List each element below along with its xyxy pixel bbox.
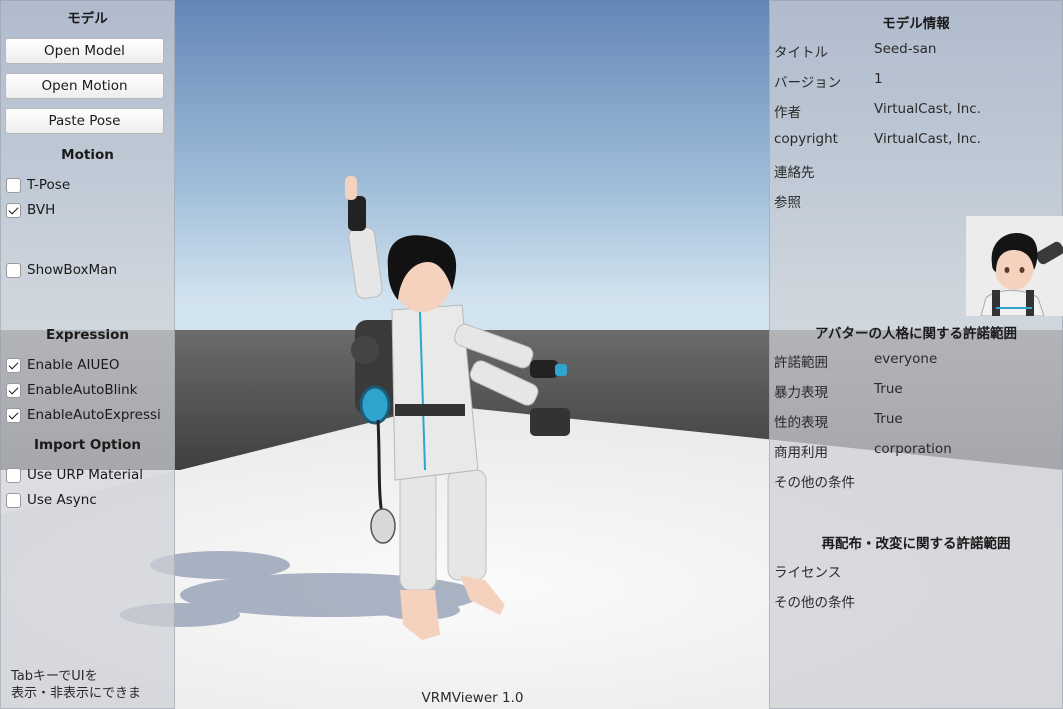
info-value: 1 [874, 71, 883, 87]
showboxman-label: ShowBoxMan [27, 262, 117, 278]
persona-key: 性的表現 [774, 415, 828, 431]
bvh-toggle[interactable]: BVH [6, 200, 174, 220]
enable-aiueo-toggle[interactable]: Enable AIUEO [6, 355, 174, 375]
persona-value: corporation [874, 441, 952, 457]
tpose-label: T-Pose [27, 177, 71, 193]
enable-autoblink-label: EnableAutoBlink [27, 382, 138, 398]
app-version-label: VRMViewer 1.0 [421, 690, 524, 706]
enable-autoexpression-checkbox[interactable] [6, 407, 21, 423]
persona-value: True [874, 411, 903, 427]
open-motion-button[interactable]: Open Motion [5, 73, 164, 99]
info-value: Seed-san [874, 41, 937, 57]
info-key: 参照 [774, 195, 801, 211]
enable-aiueo-checkbox[interactable] [6, 357, 21, 373]
redistribution-key: ライセンス [774, 565, 842, 581]
persona-key: その他の条件 [774, 475, 855, 491]
info-key: 作者 [774, 105, 801, 121]
section-title-import-option: Import Option [34, 437, 141, 453]
model-info-title: モデル情報 [882, 16, 950, 32]
persona-permission-title: アバターの人格に関する許諾範囲 [815, 326, 1017, 342]
tpose-checkbox[interactable] [6, 177, 21, 193]
persona-key: 許諾範囲 [774, 355, 828, 371]
model-info-panel: モデル情報 タイトル Seed-san バージョン 1 作者 VirtualCa… [769, 0, 1063, 709]
section-title-expression: Expression [46, 327, 129, 343]
use-urp-material-checkbox[interactable] [6, 467, 21, 483]
info-key: タイトル [774, 45, 828, 61]
info-key: バージョン [774, 75, 842, 91]
info-value: VirtualCast, Inc. [874, 101, 981, 117]
left-control-panel: モデル Open Model Open Motion Paste Pose Mo… [0, 0, 175, 709]
use-urp-material-toggle[interactable]: Use URP Material [6, 465, 174, 485]
use-async-toggle[interactable]: Use Async [6, 490, 174, 510]
tpose-toggle[interactable]: T-Pose [6, 175, 174, 195]
redistribution-permission-title: 再配布・改変に関する許諾範囲 [821, 536, 1011, 552]
panel-title-model: モデル [67, 11, 108, 27]
use-async-label: Use Async [27, 492, 97, 508]
info-key: copyright [774, 131, 838, 147]
info-key: 連絡先 [774, 165, 815, 181]
persona-value: everyone [874, 351, 938, 367]
open-model-button[interactable]: Open Model [5, 38, 164, 64]
info-value: VirtualCast, Inc. [874, 131, 981, 147]
redistribution-key: その他の条件 [774, 595, 855, 611]
enable-aiueo-label: Enable AIUEO [27, 357, 120, 373]
bvh-checkbox[interactable] [6, 202, 21, 218]
enable-autoblink-checkbox[interactable] [6, 382, 21, 398]
hint-line-1: TabキーでUIを [11, 669, 98, 684]
enable-autoblink-toggle[interactable]: EnableAutoBlink [6, 380, 174, 400]
showboxman-checkbox[interactable] [6, 262, 21, 278]
section-title-motion: Motion [61, 147, 114, 163]
enable-autoexpression-toggle[interactable]: EnableAutoExpressi [6, 405, 174, 425]
use-urp-material-label: Use URP Material [27, 467, 144, 483]
paste-pose-button[interactable]: Paste Pose [5, 108, 164, 134]
persona-key: 暴力表現 [774, 385, 828, 401]
bvh-label: BVH [27, 202, 56, 218]
model-thumbnail [966, 216, 1063, 316]
persona-value: True [874, 381, 903, 397]
persona-key: 商用利用 [774, 445, 828, 461]
showboxman-toggle[interactable]: ShowBoxMan [6, 260, 174, 280]
use-async-checkbox[interactable] [6, 492, 21, 508]
enable-autoexpression-label: EnableAutoExpressi [27, 407, 161, 423]
